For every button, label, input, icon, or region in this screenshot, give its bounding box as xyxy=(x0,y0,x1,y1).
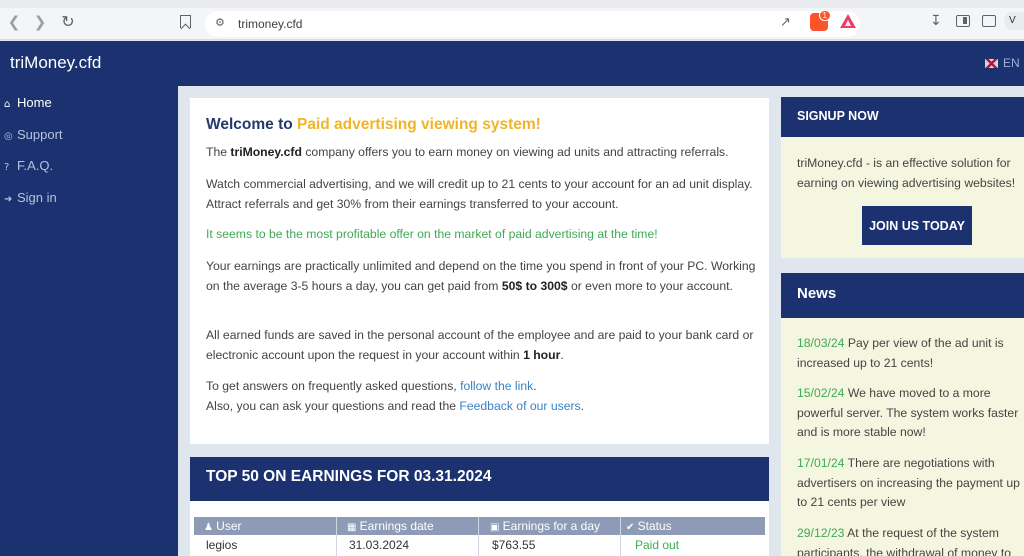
column-header-amount: ▣ Earnings for a day xyxy=(490,519,600,533)
sidebar-toggle-icon[interactable] xyxy=(956,15,970,27)
browser-toolbar: ❮ ❯ ↻ ⚙ trimoney.cfd ↗ 1 ↧ V xyxy=(0,0,1024,40)
sidebar: ⌂ Home ◎ Support ? F.A.Q. ➜ Sign in xyxy=(0,86,178,556)
faq-paragraph: To get answers on frequently asked quest… xyxy=(206,377,761,397)
sign-in-icon: ➜ xyxy=(4,194,13,205)
intro-paragraph: The triMoney.cfd company offers you to e… xyxy=(206,143,761,163)
company-name: triMoney.cfd xyxy=(230,145,302,159)
site-info-icon[interactable]: ⚙ xyxy=(215,16,225,29)
column-label: Earnings for a day xyxy=(502,519,601,533)
url-text[interactable]: trimoney.cfd xyxy=(238,17,302,31)
text-span: or even more to your account. xyxy=(567,278,733,293)
news-date: 17/01/24 xyxy=(797,456,845,470)
reload-icon[interactable]: ↻ xyxy=(60,14,76,30)
signup-header: SIGNUP NOW xyxy=(781,97,1024,137)
wallet-icon[interactable] xyxy=(982,15,996,27)
signup-text: triMoney.cfd - is an effective solution … xyxy=(797,156,1016,190)
highlight-paragraph: It seems to be the most profitable offer… xyxy=(206,227,658,241)
earning-paragraph: Watch commercial advertising, and we wil… xyxy=(206,177,753,211)
news-item: 17/01/24 There are negotiations with adv… xyxy=(797,454,1024,513)
signup-title: SIGNUP NOW xyxy=(797,109,879,123)
feedback-paragraph: Also, you can ask your questions and rea… xyxy=(206,397,761,417)
news-title: News xyxy=(797,285,837,302)
news-item: 18/03/24 Pay per view of the ad unit is … xyxy=(797,334,1024,373)
download-icon[interactable]: ↧ xyxy=(930,13,944,29)
top50-panel: TOP 50 ON EARNINGS FOR 03.31.2024 ♟ User… xyxy=(190,457,769,556)
top50-title: TOP 50 ON EARNINGS FOR 03.31.2024 xyxy=(206,468,492,485)
back-icon[interactable]: ❮ xyxy=(6,14,22,30)
question-icon: ? xyxy=(4,162,10,173)
unlimited-paragraph: Your earnings are practically unlimited … xyxy=(206,257,761,296)
table-header: ♟ User ▦ Earnings date ▣ Earnings for a … xyxy=(194,517,765,535)
table-row: legios 31.03.2024 $763.55 Paid out xyxy=(194,537,765,556)
site-brand[interactable]: triMoney.cfd xyxy=(10,53,101,73)
text-span: . xyxy=(533,379,537,393)
sidebar-item-label: F.A.Q. xyxy=(17,158,54,173)
sidebar-item-label: Home xyxy=(17,95,52,110)
earnings-range: 50$ to 300$ xyxy=(501,278,568,293)
text-span: Also, you can ask your questions and rea… xyxy=(206,399,460,413)
sidebar-item-signin[interactable]: ➜ Sign in xyxy=(4,190,57,205)
calendar-icon: ▦ xyxy=(347,522,360,533)
payout-time: 1 hour xyxy=(523,347,561,362)
column-header-user: ♟ User xyxy=(204,519,242,533)
news-panel: News 18/03/24 Pay per view of the ad uni… xyxy=(781,273,1024,556)
cell-user: legios xyxy=(206,538,238,552)
forward-icon[interactable]: ❯ xyxy=(32,14,48,30)
brave-rewards-icon[interactable] xyxy=(840,14,856,28)
bookmark-icon[interactable] xyxy=(180,15,191,28)
sidebar-item-label: Sign in xyxy=(17,190,57,205)
text-span: company offers you to earn money on view… xyxy=(301,145,729,159)
address-bar[interactable]: ⚙ trimoney.cfd xyxy=(205,11,860,37)
top50-header: TOP 50 ON EARNINGS FOR 03.31.2024 xyxy=(190,457,769,501)
column-label: Status xyxy=(637,519,672,533)
join-button[interactable]: JOIN US TODAY xyxy=(862,206,972,245)
globe-icon: ◎ xyxy=(4,131,13,142)
column-header-status: ✔ Status xyxy=(626,519,672,533)
column-label: Earnings date xyxy=(359,519,434,533)
news-header: News xyxy=(781,273,1024,318)
language-selector[interactable]: EN xyxy=(985,56,1020,70)
column-header-date: ▦ Earnings date xyxy=(347,519,434,533)
feedback-link[interactable]: Feedback of our users xyxy=(459,399,580,413)
title-prefix: Welcome to xyxy=(206,116,298,133)
text-span: . xyxy=(560,347,564,362)
site-header: triMoney.cfd EN xyxy=(0,41,1024,86)
sidebar-item-home[interactable]: ⌂ Home xyxy=(4,95,52,110)
sidebar-item-faq[interactable]: ? F.A.Q. xyxy=(4,158,53,173)
text-span: To get answers on frequently asked quest… xyxy=(206,379,461,393)
title-highlight: Paid advertising viewing system! xyxy=(297,116,541,133)
page-title: Welcome to Paid advertising viewing syst… xyxy=(206,116,541,134)
column-label: User xyxy=(216,519,242,533)
sidebar-item-support[interactable]: ◎ Support xyxy=(4,127,63,142)
language-label: EN xyxy=(1003,56,1020,70)
cell-date: 31.03.2024 xyxy=(349,538,410,552)
signup-panel: SIGNUP NOW triMoney.cfd - is an effectiv… xyxy=(781,97,1024,258)
check-icon: ✔ xyxy=(626,522,638,533)
share-icon[interactable]: ↗ xyxy=(780,15,791,30)
news-date: 15/02/24 xyxy=(797,386,845,400)
payout-paragraph: All earned funds are saved in the person… xyxy=(206,326,761,365)
news-item: 15/02/24 We have moved to a more powerfu… xyxy=(797,384,1024,443)
welcome-panel: Welcome to Paid advertising viewing syst… xyxy=(190,98,769,444)
news-date: 18/03/24 xyxy=(797,336,845,350)
text-span: All earned funds are saved in the person… xyxy=(206,328,754,362)
faq-link[interactable]: follow the link xyxy=(460,379,533,393)
cell-status: Paid out xyxy=(635,538,680,552)
cell-amount: $763.55 xyxy=(492,538,536,552)
profile-button[interactable]: V xyxy=(1004,12,1024,30)
home-icon: ⌂ xyxy=(4,99,11,110)
tab-strip xyxy=(0,0,1024,8)
news-item: 29/12/23 At the request of the system pa… xyxy=(797,524,1024,556)
text-span: . xyxy=(580,399,585,413)
uk-flag-icon xyxy=(985,59,998,69)
brave-shields-icon[interactable]: 1 xyxy=(810,10,831,31)
user-icon: ♟ xyxy=(204,522,217,533)
sidebar-item-label: Support xyxy=(17,127,63,142)
news-date: 29/12/23 xyxy=(797,526,845,540)
money-icon: ▣ xyxy=(490,522,503,533)
text-span: The xyxy=(206,145,231,159)
